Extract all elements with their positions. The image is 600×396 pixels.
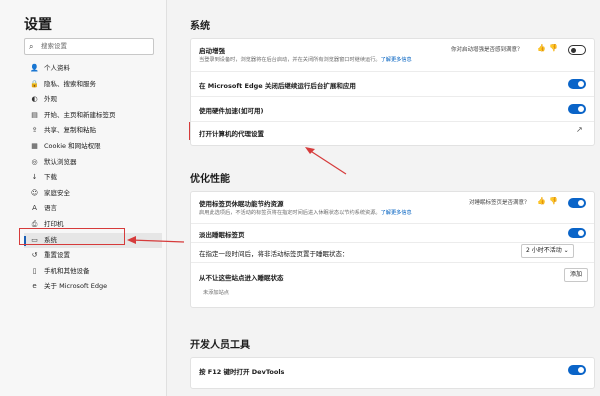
arrow-to-proxy <box>308 149 347 175</box>
annotation-arrows <box>127 147 347 244</box>
arrow-to-system <box>130 239 185 243</box>
arrowhead-system <box>127 236 136 244</box>
